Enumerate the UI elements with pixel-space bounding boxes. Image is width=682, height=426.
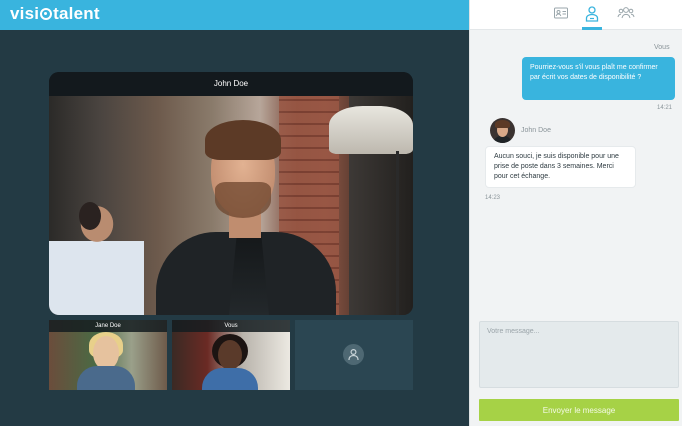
add-participant-icon[interactable] (343, 344, 364, 365)
main-video-feed (49, 96, 413, 315)
message-sender: John Doe (521, 127, 551, 134)
tab-profile[interactable] (577, 0, 607, 30)
empty-participant-slot[interactable] (295, 320, 413, 390)
chat-panel: Vous Pourriez-vous s'il vous plaît me co… (469, 0, 682, 426)
main-video-name: John Doe (49, 72, 413, 96)
video-area: John Doe Jane Doe Vous (0, 30, 469, 426)
send-message-button[interactable]: Envoyer le message (479, 399, 679, 421)
tab-contact-card[interactable] (546, 0, 576, 30)
group-icon (617, 7, 635, 19)
logo-o-icon (40, 8, 53, 20)
profile-icon (585, 6, 599, 22)
message-timestamp: 14:21 (657, 105, 673, 111)
top-bar: visi talent (0, 0, 469, 30)
main-video: John Doe (49, 72, 413, 315)
avatar (490, 118, 515, 143)
participant-thumbnail-self[interactable]: Vous (172, 320, 290, 390)
message-timestamp: 14:23 (485, 195, 501, 201)
message-sender: Vous (654, 44, 670, 51)
outgoing-message-bubble: Pourriez-vous s'il vous plaît me confirm… (522, 57, 675, 100)
thumbnail-label: Jane Doe (49, 320, 167, 332)
tab-group[interactable] (610, 0, 640, 30)
participant-thumbnail-jane[interactable]: Jane Doe (49, 320, 167, 390)
logo-text-start: visi (10, 4, 40, 23)
contact-card-icon (554, 7, 568, 19)
incoming-message-bubble: Aucun souci, je suis disponible pour une… (485, 146, 636, 188)
thumbnail-label: Vous (172, 320, 290, 332)
visiotalent-logo[interactable]: visi talent (10, 4, 100, 24)
message-input[interactable] (479, 321, 679, 388)
logo-text-end: talent (53, 4, 100, 23)
panel-tabs (470, 0, 682, 30)
